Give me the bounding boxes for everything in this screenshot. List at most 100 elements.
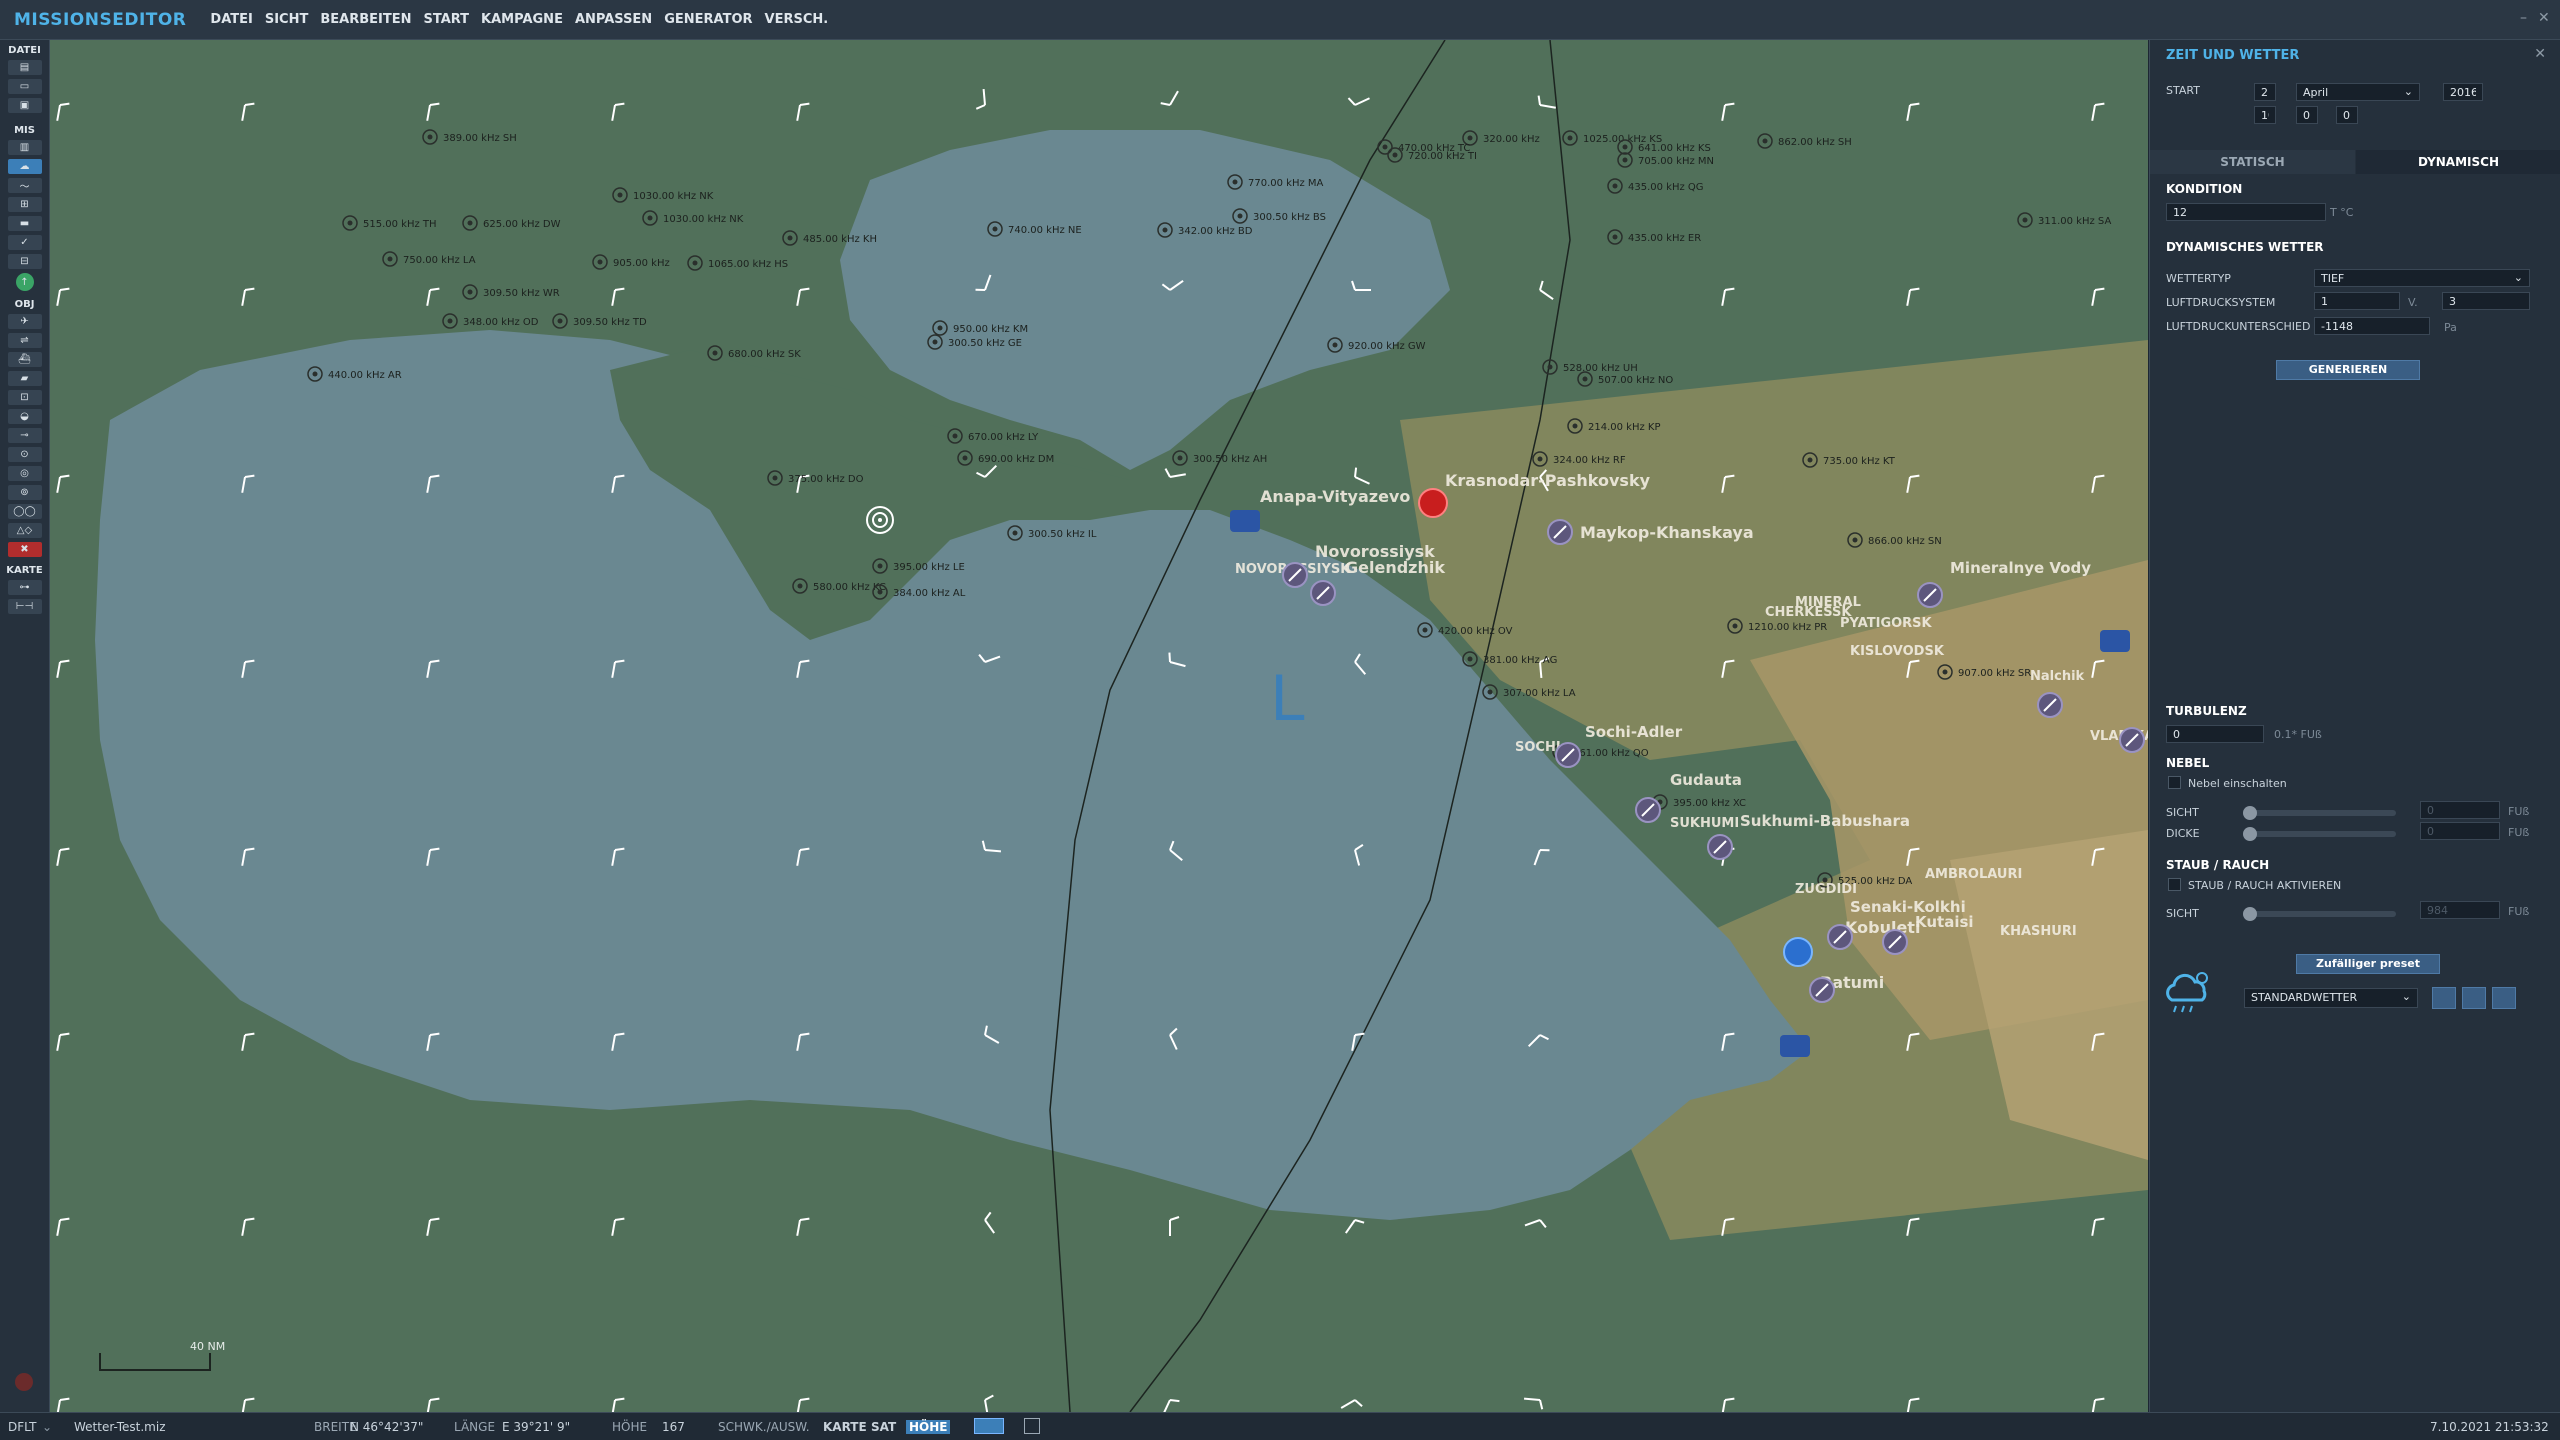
target-icon[interactable]: ◎ xyxy=(7,466,42,481)
add-objective-icon[interactable]: ↑ xyxy=(15,273,34,291)
generate-button[interactable]: GENERIEREN xyxy=(2276,360,2420,380)
delete-icon[interactable]: ✖ xyxy=(7,542,42,557)
menu-generator[interactable]: GENERATOR xyxy=(664,12,752,27)
menu-datei[interactable]: DATEI xyxy=(210,12,252,27)
start-day-input[interactable] xyxy=(2254,83,2276,101)
start-year-input[interactable] xyxy=(2443,83,2483,101)
start-second-input[interactable] xyxy=(2336,106,2358,124)
menu-versch[interactable]: VERSCH. xyxy=(765,12,829,27)
menu-anpassen[interactable]: ANPASSEN xyxy=(575,12,652,27)
airport-marker[interactable] xyxy=(1882,929,1908,955)
menu-kampagne[interactable]: KAMPAGNE xyxy=(481,12,563,27)
airport-marker[interactable] xyxy=(1282,562,1308,588)
save-preset-icon[interactable] xyxy=(2462,987,2486,1009)
nebel-dicke-slider[interactable] xyxy=(2246,831,2396,837)
beacon-label: 720.00 kHz TI xyxy=(1408,151,1477,162)
vehicle-icon[interactable]: ▰ xyxy=(7,371,42,386)
static-object-icon[interactable]: ⊡ xyxy=(7,390,42,405)
staub-sicht-handle[interactable] xyxy=(2243,907,2257,921)
blue-airbase-nalchik[interactable] xyxy=(2100,630,2130,652)
settings-icon[interactable] xyxy=(1024,1418,1040,1434)
airport-marker[interactable] xyxy=(1555,742,1581,768)
measure-icon[interactable]: ⊢⊣ xyxy=(7,599,42,614)
wettertyp-select[interactable]: TIEF ⌄ xyxy=(2314,269,2530,287)
map-mode-karte-toggle[interactable]: KARTE xyxy=(820,1420,870,1434)
tab-statisch[interactable]: STATISCH xyxy=(2150,150,2355,174)
blue-airbase-batumi[interactable] xyxy=(1780,1035,1810,1057)
ship-icon[interactable]: ⛴ xyxy=(7,352,42,367)
menu-start[interactable]: START xyxy=(423,12,469,27)
city-label: Krasnodar-Pashkovsky xyxy=(1445,471,1651,490)
tank-icon[interactable]: ◒ xyxy=(7,409,42,424)
map-layer-icon[interactable] xyxy=(974,1418,1004,1434)
start-month-select[interactable]: April ⌄ xyxy=(2296,83,2420,101)
minimize-button[interactable]: – xyxy=(2520,10,2527,26)
blue-airbase-anapa[interactable] xyxy=(1230,510,1260,532)
menu-bearbeiten[interactable]: BEARBEITEN xyxy=(320,12,411,27)
random-preset-button[interactable]: Zufälliger preset xyxy=(2296,954,2440,974)
airport-marker[interactable] xyxy=(2037,692,2063,718)
map-view[interactable]: 40 NM L 389.00 kHz SH 1030.00 kHz NK 515.0… xyxy=(50,40,2148,1412)
coalitions-icon[interactable]: ⊟ xyxy=(7,254,42,269)
airport-marker[interactable] xyxy=(1809,977,1835,1003)
route-icon[interactable]: 〜 xyxy=(7,178,42,193)
briefing-icon[interactable]: ▥ xyxy=(7,140,42,155)
trigger-zone-icon[interactable]: ⊞ xyxy=(7,197,42,212)
blue-farp-marker[interactable] xyxy=(1783,937,1813,967)
helicopter-icon[interactable]: ⇌ xyxy=(7,333,42,348)
delete-preset-icon[interactable] xyxy=(2492,987,2516,1009)
schwk-ausw-label[interactable]: SCHWK./AUSW. xyxy=(718,1420,810,1434)
map-mode-sat-toggle[interactable]: SAT xyxy=(868,1420,899,1434)
red-airbase-marker[interactable] xyxy=(1418,488,1448,518)
close-app-button[interactable]: ✕ xyxy=(2538,10,2550,26)
load-preset-folder-icon[interactable] xyxy=(2432,987,2456,1009)
airport-marker[interactable] xyxy=(1917,582,1943,608)
menu-sicht[interactable]: SICHT xyxy=(265,12,309,27)
nebel-sicht-handle[interactable] xyxy=(2243,806,2257,820)
triggers-icon[interactable]: ▬ xyxy=(7,216,42,231)
nebel-sicht-input[interactable] xyxy=(2420,801,2500,819)
new-mission-icon[interactable]: ▤ xyxy=(7,60,42,75)
airport-marker[interactable] xyxy=(1547,519,1573,545)
airport-marker[interactable] xyxy=(1310,580,1336,606)
airport-marker[interactable] xyxy=(1635,797,1661,823)
preset-select[interactable]: STANDARDWETTER ⌄ xyxy=(2244,988,2418,1008)
panel-close-icon[interactable]: ✕ xyxy=(2534,46,2546,62)
nebel-dicke-handle[interactable] xyxy=(2243,827,2257,841)
luftdruck-input-2[interactable] xyxy=(2442,292,2530,310)
nebel-checkbox[interactable] xyxy=(2168,776,2181,789)
waypoint-icon[interactable]: ⊸ xyxy=(7,428,42,443)
airport-marker[interactable] xyxy=(1827,924,1853,950)
templates-icon[interactable]: ◯◯ xyxy=(7,504,42,519)
luftdruck-input[interactable] xyxy=(2314,292,2400,310)
temperature-input[interactable] xyxy=(2166,203,2326,221)
staub-sicht-slider[interactable] xyxy=(2246,911,2396,917)
aircraft-icon[interactable]: ✈ xyxy=(7,314,42,329)
record-icon[interactable] xyxy=(15,1373,33,1391)
ruler-icon[interactable]: ⊶ xyxy=(7,580,42,595)
goals-icon[interactable]: ✓ xyxy=(7,235,42,250)
map-mode-hoehe-toggle[interactable]: HÖHE xyxy=(906,1420,951,1434)
tab-dynamisch[interactable]: DYNAMISCH xyxy=(2356,150,2560,174)
staub-checkbox[interactable] xyxy=(2168,878,2181,891)
profile-selector[interactable]: DFLT xyxy=(8,1420,37,1434)
start-hour-input[interactable] xyxy=(2254,106,2276,124)
nebel-dicke-input[interactable] xyxy=(2420,822,2500,840)
wettertyp-label: WETTERTYP xyxy=(2166,272,2231,285)
save-icon[interactable]: ▣ xyxy=(7,98,42,113)
toolbar-section-datei: DATEI xyxy=(8,45,41,56)
open-folder-icon[interactable]: ▭ xyxy=(7,79,42,94)
luftdruck-diff-input[interactable] xyxy=(2314,317,2430,335)
airport-marker[interactable] xyxy=(1707,834,1733,860)
turbulenz-input[interactable] xyxy=(2166,725,2264,743)
city-label: MINERAL xyxy=(1795,595,1861,610)
map-object-icon[interactable]: ⊙ xyxy=(7,447,42,462)
nebel-sicht-slider[interactable] xyxy=(2246,810,2396,816)
weather-icon[interactable]: ☁ xyxy=(7,159,42,174)
airport-marker[interactable] xyxy=(2119,727,2145,753)
shapes-icon[interactable]: △◇ xyxy=(7,523,42,538)
map-canvas[interactable]: 40 NM L 389.00 kHz SH 1030.00 kHz NK 515.0… xyxy=(50,40,2148,1412)
staub-sicht-input[interactable] xyxy=(2420,901,2500,919)
start-minute-input[interactable] xyxy=(2296,106,2318,124)
group-icon[interactable]: ⊚ xyxy=(7,485,42,500)
